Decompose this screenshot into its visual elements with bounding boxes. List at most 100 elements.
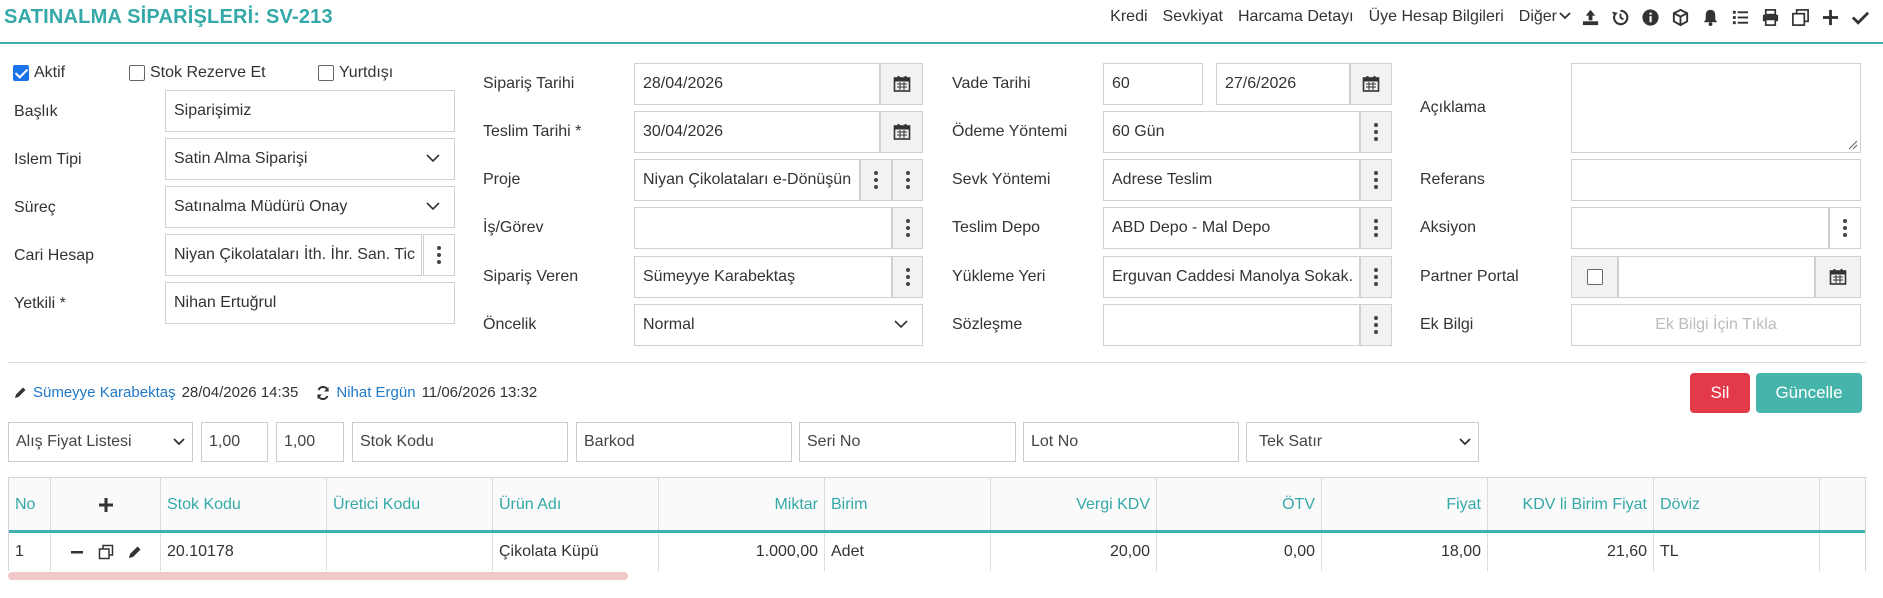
info-icon[interactable] — [1635, 6, 1665, 28]
cell-urun-adi[interactable]: Çikolata Küpü — [493, 533, 659, 571]
check-icon[interactable] — [1845, 6, 1875, 28]
copy-icon[interactable] — [1785, 6, 1815, 28]
box-icon[interactable] — [1665, 6, 1695, 28]
sozlesme-menu-button[interactable] — [1360, 304, 1392, 346]
col-header-no[interactable]: No — [9, 478, 51, 532]
siparis-veren-input[interactable]: Sümeyye Karabektaş — [634, 256, 892, 298]
cell-kdvli-birim-fiyat[interactable]: 21,60 — [1488, 533, 1654, 571]
odeme-yontemi-menu-button[interactable] — [1360, 111, 1392, 153]
proje-menu-button-2[interactable] — [892, 159, 923, 201]
surec-select[interactable]: Satınalma Müdürü Onay — [165, 186, 455, 228]
add-row-button[interactable] — [51, 478, 161, 532]
vade-tarihi-calendar-button[interactable] — [1350, 63, 1392, 105]
sozlesme-input[interactable] — [1103, 304, 1360, 346]
cell-stok-kodu[interactable]: 20.10178 — [161, 533, 327, 571]
price-list-select[interactable]: Alış Fiyat Listesi — [8, 422, 193, 462]
cari-hesap-input[interactable]: Niyan Çikolataları İth. İhr. San. Tic — [165, 234, 422, 276]
upload-icon[interactable] — [1575, 6, 1605, 28]
update-button[interactable]: Güncelle — [1756, 373, 1862, 413]
aciklama-textarea[interactable] — [1571, 63, 1861, 153]
copy-icon[interactable] — [98, 544, 114, 560]
col-header-miktar[interactable]: Miktar — [659, 478, 825, 532]
pencil-icon[interactable] — [128, 545, 142, 559]
cell-vergi-kdv[interactable]: 20,00 — [991, 533, 1157, 571]
col-header-stok-kodu[interactable]: Stok Kodu — [161, 478, 327, 532]
yetkili-input[interactable]: Nihan Ertuğrul — [165, 282, 455, 324]
cell-otv[interactable]: 0,00 — [1157, 533, 1322, 571]
partner-portal-calendar-button[interactable] — [1815, 256, 1861, 298]
col-header-doviz[interactable]: Döviz — [1654, 478, 1820, 532]
seri-no-filter[interactable]: Seri No — [799, 422, 1016, 462]
stok-rezerve-check-box[interactable] — [129, 65, 145, 81]
list-icon[interactable] — [1725, 6, 1755, 28]
aktif-check-box[interactable] — [13, 65, 29, 81]
teslim-depo-input[interactable]: ABD Depo - Mal Depo — [1103, 207, 1360, 249]
proje-menu-button-1[interactable] — [860, 159, 892, 201]
vade-tarihi-input[interactable]: 27/6/2026 — [1216, 63, 1350, 105]
row-mode-select[interactable]: Tek Satır — [1246, 422, 1479, 462]
minus-icon[interactable] — [70, 545, 84, 559]
siparis-tarihi-input[interactable]: 28/04/2026 — [634, 63, 880, 105]
odeme-yontemi-input[interactable]: 60 Gün — [1103, 111, 1360, 153]
more-vertical-icon — [1374, 268, 1378, 286]
multiplier-input-2[interactable]: 1,00 — [276, 422, 344, 462]
aksiyon-menu-button[interactable] — [1829, 207, 1861, 249]
is-gorev-input[interactable] — [634, 207, 892, 249]
plus-icon[interactable] — [1815, 6, 1845, 28]
is-gorev-menu-button[interactable] — [892, 207, 923, 249]
sevk-yontemi-menu-button[interactable] — [1360, 159, 1392, 201]
multiplier-input-1[interactable]: 1,00 — [201, 422, 268, 462]
horizontal-scrollbar[interactable] — [8, 572, 628, 580]
col-header-otv[interactable]: ÖTV — [1157, 478, 1322, 532]
sevkiyat-link[interactable]: Sevkiyat — [1163, 8, 1223, 26]
stok-rezerve-label: Stok Rezerve Et — [150, 64, 266, 81]
delete-button[interactable]: Sil — [1690, 373, 1750, 413]
col-header-kdvli-birim-fiyat[interactable]: KDV li Birim Fiyat — [1488, 478, 1654, 532]
islem-tipi-select[interactable]: Satin Alma Siparişi — [165, 138, 455, 180]
cari-hesap-menu-button[interactable] — [423, 234, 455, 276]
oncelik-select[interactable]: Normal — [634, 304, 923, 346]
stok-kodu-filter[interactable]: Stok Kodu — [352, 422, 568, 462]
bell-icon[interactable] — [1695, 6, 1725, 28]
teslim-tarihi-input[interactable]: 30/04/2026 — [634, 111, 880, 153]
aksiyon-input[interactable] — [1571, 207, 1829, 249]
teslim-depo-menu-button[interactable] — [1360, 207, 1392, 249]
uye-hesap-bilgileri-link[interactable]: Üye Hesap Bilgileri — [1369, 8, 1504, 26]
col-header-birim[interactable]: Birim — [825, 478, 991, 532]
siparis-veren-menu-button[interactable] — [892, 256, 923, 298]
teslim-tarihi-calendar-button[interactable] — [880, 111, 923, 153]
partner-portal-date-input[interactable] — [1618, 256, 1815, 298]
col-header-fiyat[interactable]: Fiyat — [1322, 478, 1488, 532]
cell-doviz[interactable]: TL — [1654, 533, 1820, 571]
proje-input[interactable]: Niyan Çikolataları e-Dönüşün — [634, 159, 860, 201]
yukleme-yeri-input[interactable]: Erguvan Caddesi Manolya Sokak. — [1103, 256, 1360, 298]
created-by-link[interactable]: Sümeyye Karabektaş — [33, 384, 176, 401]
col-header-vergi-kdv[interactable]: Vergi KDV — [991, 478, 1157, 532]
lot-no-filter[interactable]: Lot No — [1023, 422, 1239, 462]
history-icon[interactable] — [1605, 6, 1635, 28]
yurtdisi-check-box[interactable] — [318, 65, 334, 81]
yurtdisi-checkbox[interactable]: Yurtdışı — [318, 64, 393, 82]
harcama-detayi-link[interactable]: Harcama Detayı — [1238, 8, 1354, 26]
ek-bilgi-button[interactable]: Ek Bilgi İçin Tıkla — [1571, 304, 1861, 346]
print-icon[interactable] — [1755, 6, 1785, 28]
barkod-filter[interactable]: Barkod — [576, 422, 792, 462]
vade-gun-input[interactable]: 60 — [1103, 63, 1203, 105]
baslik-input[interactable]: Siparişimiz — [165, 90, 455, 132]
kredi-link[interactable]: Kredi — [1110, 8, 1147, 26]
cell-fiyat[interactable]: 18,00 — [1322, 533, 1488, 571]
partner-portal-checkbox[interactable] — [1586, 269, 1603, 285]
aktif-checkbox[interactable]: Aktif — [13, 64, 65, 82]
stok-rezerve-checkbox[interactable]: Stok Rezerve Et — [129, 64, 266, 82]
siparis-tarihi-calendar-button[interactable] — [880, 63, 923, 105]
referans-input[interactable] — [1571, 159, 1861, 201]
sevk-yontemi-input[interactable]: Adrese Teslim — [1103, 159, 1360, 201]
yukleme-yeri-menu-button[interactable] — [1360, 256, 1392, 298]
col-header-uretici-kodu[interactable]: Üretici Kodu — [327, 478, 493, 532]
col-header-urun-adi[interactable]: Ürün Adı — [493, 478, 659, 532]
updated-by-link[interactable]: Nihat Ergün — [336, 384, 415, 401]
diger-dropdown[interactable]: Diğer — [1519, 8, 1571, 26]
cell-birim[interactable]: Adet — [825, 533, 991, 571]
cell-uretici-kodu[interactable] — [327, 533, 493, 571]
cell-miktar[interactable]: 1.000,00 — [659, 533, 825, 571]
